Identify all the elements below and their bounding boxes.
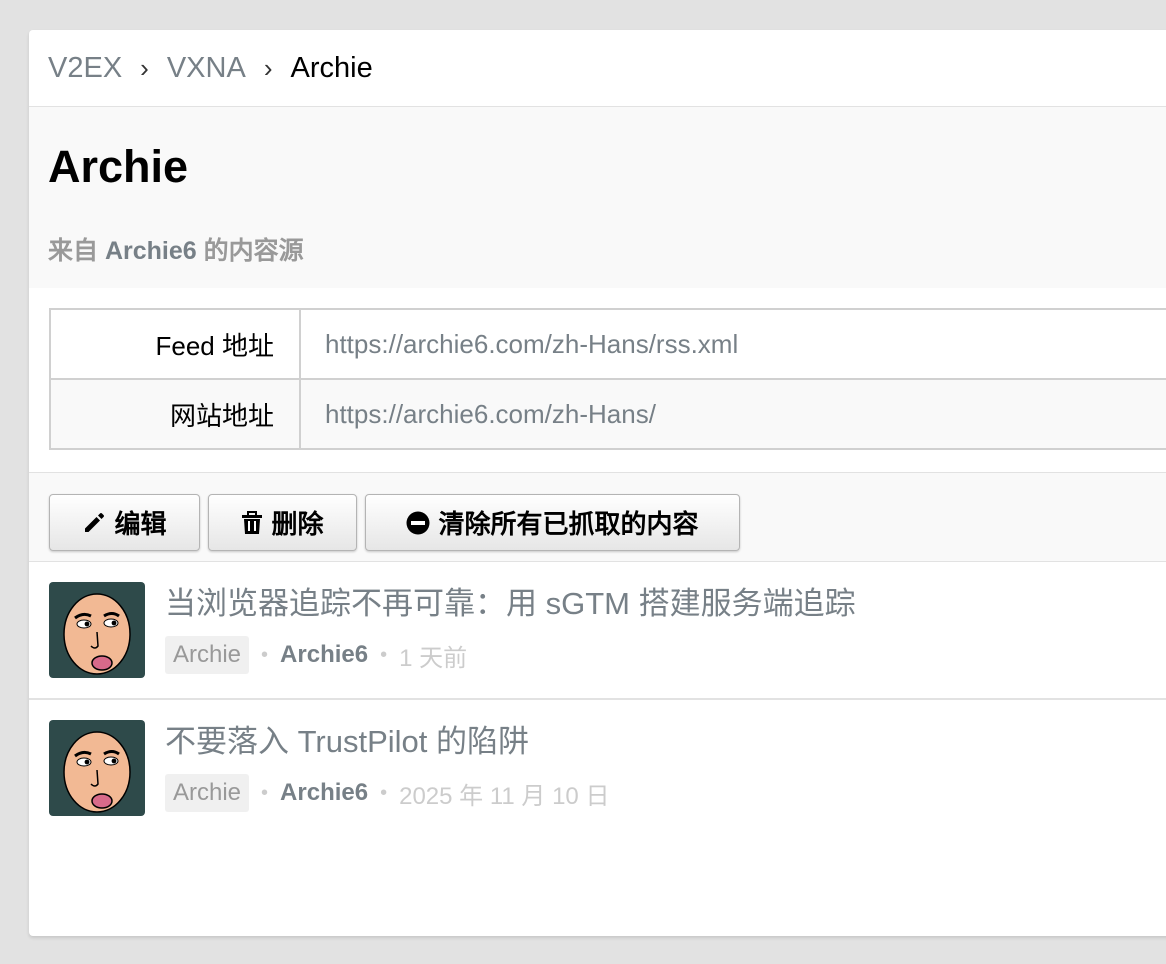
feed-box: V2EX › VXNA › Archie Archie 来自 Archie6 的… (29, 30, 1166, 936)
author-link[interactable]: Archie6 (280, 779, 368, 807)
breadcrumb: V2EX › VXNA › Archie (29, 30, 1166, 107)
edit-button[interactable]: 编辑 (49, 494, 200, 551)
page-title: Archie (48, 141, 189, 192)
item-time: 2025 年 11 月 10 日 (399, 782, 610, 810)
source-user-link[interactable]: Archie6 (105, 237, 197, 265)
item-meta: Archie • Archie6 • 2025 年 11 月 10 日 (165, 774, 609, 812)
feed-tag[interactable]: Archie (165, 636, 250, 674)
avatar[interactable] (49, 582, 145, 678)
breadcrumb-separator: › (263, 52, 273, 83)
list-item: 当浏览器追踪不再可靠：用 sGTM 搭建服务端追踪 Archie • Archi… (29, 562, 1166, 700)
clear-content-button-label: 清除所有已抓取的内容 (438, 509, 699, 539)
source-prefix: 来自 (48, 237, 105, 265)
author-link[interactable]: Archie6 (280, 641, 368, 669)
site-url-row: 网站地址 https://archie6.com/zh-Hans/ (49, 378, 1166, 450)
trash-icon (241, 510, 263, 535)
breadcrumb-separator: › (140, 52, 149, 83)
feed-url-row: Feed 地址 https://archie6.com/zh-Hans/rss.… (49, 308, 1166, 380)
item-meta: Archie • Archie6 • 1 天前 (165, 636, 467, 674)
breadcrumb-current: Archie (290, 51, 373, 84)
feed-url-value: https://archie6.com/zh-Hans/rss.xml (299, 308, 1166, 380)
site-url-label: 网站地址 (49, 378, 301, 450)
item-title-link[interactable]: 不要落入 TrustPilot 的陷阱 (165, 716, 529, 761)
site-url-value: https://archie6.com/zh-Hans/ (299, 378, 1166, 450)
minus-circle-icon (406, 511, 430, 535)
delete-button[interactable]: 删除 (208, 494, 357, 551)
feed-tag[interactable]: Archie (165, 774, 250, 812)
feed-info-section: Feed 地址 https://archie6.com/zh-Hans/rss.… (29, 288, 1166, 551)
feed-source-line: 来自 Archie6 的内容源 (48, 231, 304, 267)
item-time: 1 天前 (399, 644, 468, 672)
breadcrumb-section-link[interactable]: VXNA (167, 52, 246, 85)
meta-separator: • (261, 643, 269, 666)
item-title-link[interactable]: 当浏览器追踪不再可靠：用 sGTM 搭建服务端追踪 (165, 578, 856, 623)
meta-separator: • (380, 781, 388, 804)
meta-separator: • (380, 643, 388, 666)
edit-button-label: 编辑 (114, 509, 167, 539)
feed-info-table: Feed 地址 https://archie6.com/zh-Hans/rss.… (49, 308, 1166, 450)
delete-button-label: 删除 (271, 509, 324, 539)
feed-header: Archie 来自 Archie6 的内容源 (29, 107, 1166, 288)
pencil-icon (82, 511, 106, 535)
list-item: 不要落入 TrustPilot 的陷阱 Archie • Archie6 • 2… (29, 700, 1166, 838)
source-suffix: 的内容源 (196, 237, 304, 265)
action-bar: 编辑 删除 清除所有已抓取的内容 (49, 494, 740, 551)
feed-url-label: Feed 地址 (49, 308, 301, 380)
breadcrumb-home-link[interactable]: V2EX (48, 52, 122, 85)
avatar[interactable] (49, 720, 145, 816)
clear-content-button[interactable]: 清除所有已抓取的内容 (365, 494, 740, 551)
meta-separator: • (261, 781, 269, 804)
